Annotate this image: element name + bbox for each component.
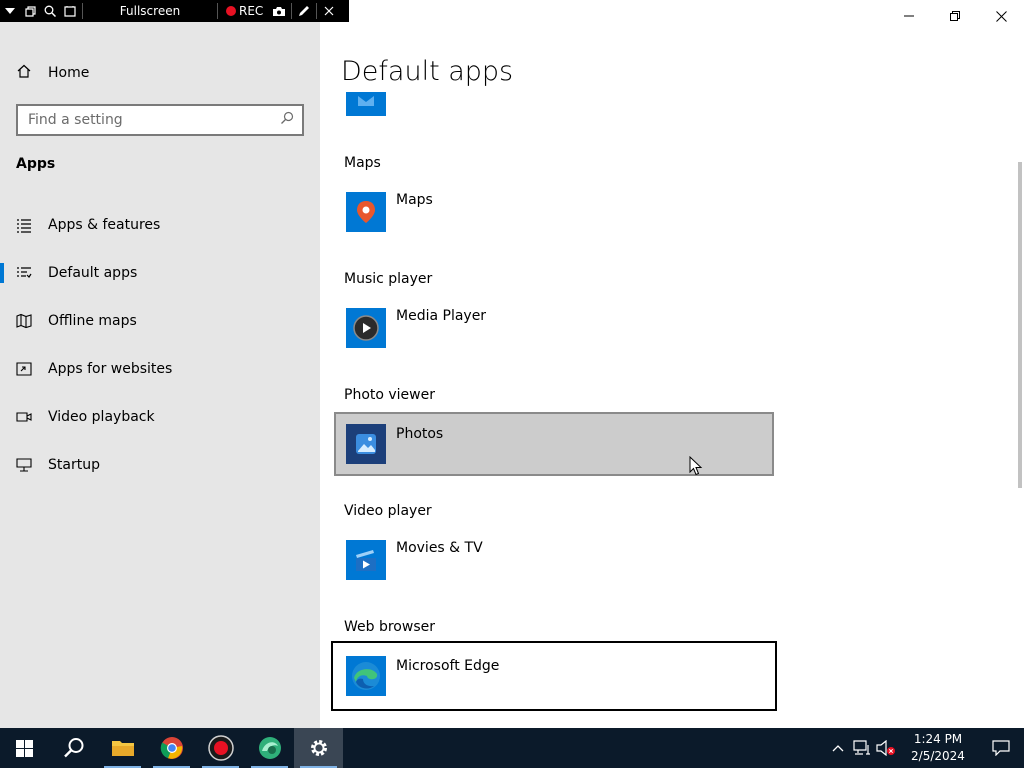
default-app-video-player[interactable]: Movies & TV [334,528,774,592]
toolbar-divider [217,3,218,19]
chevron-up-icon [832,745,844,752]
category-label-video: Video player [344,503,432,519]
close-button[interactable] [978,0,1024,32]
toolbar-divider [316,3,318,19]
app-name: Media Player [396,308,487,324]
taskbar-chrome[interactable] [147,728,196,768]
sidebar-item-label: Default apps [48,265,138,281]
default-app-photo-viewer[interactable]: Photos [334,412,774,476]
restore-icon[interactable] [20,0,40,22]
taskbar-app-green[interactable] [245,728,294,768]
default-app-maps[interactable]: Maps [334,180,774,244]
network-button[interactable] [850,728,874,768]
minimize-button[interactable] [886,0,932,32]
action-center-button[interactable] [978,728,1024,768]
default-apps-icon [16,265,32,281]
video-icon [16,409,32,425]
search-input[interactable]: Find a setting [16,104,304,136]
network-icon [853,740,870,755]
close-icon[interactable] [319,0,339,22]
taskbar-settings[interactable] [294,728,343,768]
record-dot-icon [226,6,236,16]
media-player-icon [346,308,386,348]
toolbar-divider [291,3,293,19]
fullscreen-mode-label[interactable]: Fullscreen [85,4,215,18]
app-name: Photos [396,426,444,442]
taskbar-search-button[interactable] [49,728,98,768]
link-window-icon [16,361,32,377]
list-icon [16,217,32,233]
chevron-down-icon[interactable] [0,0,20,22]
taskbar-clock[interactable]: 1:24 PM 2/5/2024 [898,731,978,765]
category-label-photo: Photo viewer [344,387,435,403]
sidebar-item-label: Offline maps [48,313,137,329]
close-window-icon [995,10,1007,22]
sidebar-item-offline-maps[interactable]: Offline maps [0,301,320,341]
home-icon [16,63,32,83]
photos-app-icon [346,424,386,464]
sidebar-item-label: Video playback [48,409,155,425]
folder-icon [111,741,134,756]
pencil-icon[interactable] [294,0,314,22]
default-app-music-player[interactable]: Media Player [334,296,774,360]
sidebar-item-video-playback[interactable]: Video playback [0,397,320,437]
recorder-toolbar: Fullscreen REC [0,0,349,22]
minimize-icon [904,15,914,17]
clock-time: 1:24 PM [913,732,963,746]
zoom-icon[interactable] [40,0,60,22]
sidebar-item-label: Apps & features [48,217,161,233]
category-label-maps: Maps [344,155,381,171]
restore-button[interactable] [932,0,978,32]
sidebar-item-apps-for-websites[interactable]: Apps for websites [0,349,320,389]
nav-home[interactable]: Home [16,61,89,85]
page-title: Default apps [341,56,514,87]
nav-home-label: Home [48,65,90,81]
movies-tv-icon [346,540,386,580]
system-tray: 1:24 PM 2/5/2024 [826,728,1024,768]
settings-sidebar: Home Find a setting Apps Apps & features… [0,0,320,728]
camera-icon[interactable] [269,0,289,22]
category-label-web-browser: Web browser [344,619,435,635]
email-app-icon[interactable] [346,92,386,116]
taskbar-file-explorer[interactable] [98,728,147,768]
green-app-icon [258,737,281,759]
chrome-icon [160,737,183,759]
clock-date: 2/5/2024 [911,749,965,763]
search-icon [63,738,83,758]
start-button[interactable] [0,728,49,768]
volume-button[interactable] [874,728,898,768]
section-title: Apps [16,156,56,172]
sidebar-item-label: Apps for websites [48,361,173,377]
region-select-icon[interactable] [60,0,80,22]
notification-icon [992,740,1010,756]
sidebar-item-startup[interactable]: Startup [0,445,320,485]
maps-app-icon [346,192,386,232]
search-placeholder: Find a setting [28,112,123,128]
gear-icon [310,740,327,756]
app-name: Maps [396,192,433,208]
app-name: Movies & TV [396,540,483,556]
edge-browser-icon [346,656,386,696]
app-name: Microsoft Edge [396,658,500,674]
record-label: REC [239,4,264,18]
sidebar-item-label: Startup [48,457,100,473]
search-icon [280,111,294,129]
record-button[interactable]: REC [220,4,269,18]
sidebar-item-apps-features[interactable]: Apps & features [0,205,320,245]
taskbar: 1:24 PM 2/5/2024 [0,728,1024,768]
startup-icon [16,457,32,473]
scrollbar-thumb[interactable] [1018,162,1022,488]
volume-muted-icon [876,740,895,756]
category-label-music: Music player [344,271,433,287]
sidebar-item-default-apps[interactable]: Default apps [0,253,320,293]
taskbar-recorder[interactable] [196,728,245,768]
toolbar-divider [82,3,83,19]
mouse-cursor-icon [689,455,703,480]
show-hidden-icons-button[interactable] [826,728,850,768]
default-app-web-browser[interactable]: Microsoft Edge [331,641,777,711]
windows-logo-icon [16,739,33,757]
record-app-icon [207,735,234,761]
map-icon [16,313,32,329]
restore-window-icon [950,11,960,21]
